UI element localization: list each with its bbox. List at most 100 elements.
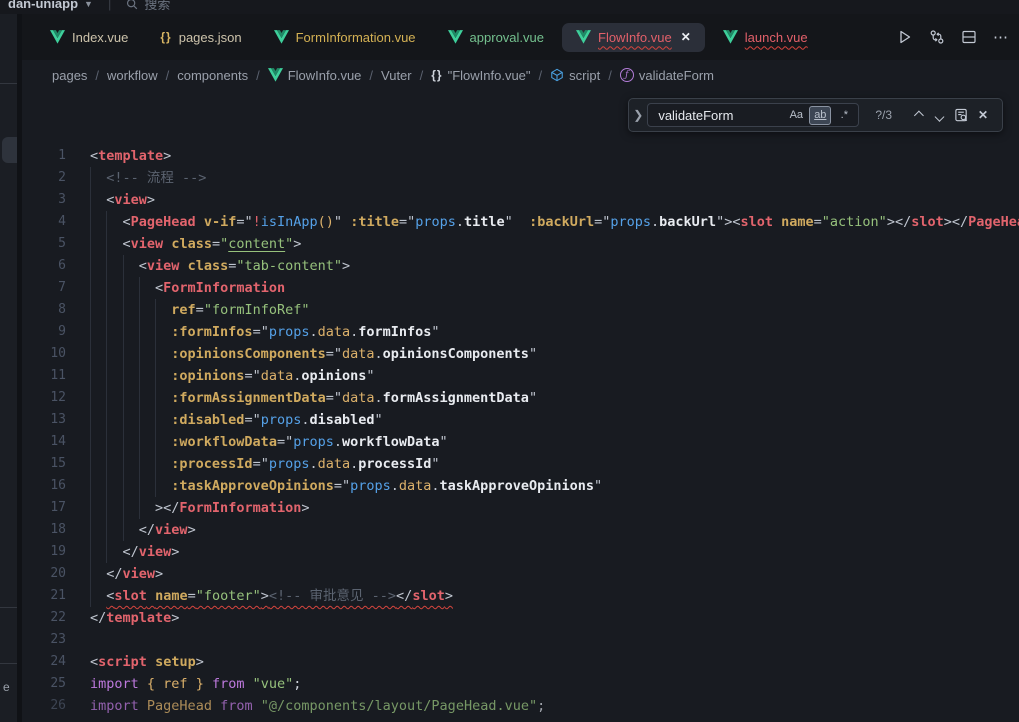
line-number[interactable]: 13 — [22, 409, 66, 431]
breadcrumb-item-workflow[interactable]: workflow — [107, 68, 158, 83]
token: class — [171, 236, 212, 252]
token: :backUrl — [529, 214, 594, 230]
line-number[interactable]: 11 — [22, 365, 66, 387]
token: > — [147, 192, 155, 208]
indent-guide — [123, 431, 124, 453]
line-content: <view class="content"> — [66, 233, 1019, 255]
json-icon: {} — [160, 30, 171, 44]
find-input[interactable] — [656, 107, 783, 124]
breadcrumb-item-components[interactable]: components — [177, 68, 248, 83]
line-number[interactable]: 7 — [22, 277, 66, 299]
code-line: 15 :processId="props.data.processId" — [22, 453, 1019, 475]
token: < — [139, 258, 147, 274]
code-editor[interactable]: ❯ Aa ab .* ?/3 — [22, 90, 1019, 722]
line-number[interactable]: 26 — [22, 695, 66, 717]
line-content: </template> — [66, 607, 1019, 629]
token: =" — [253, 456, 269, 472]
line-content: <slot name="footer"><!-- 审批意见 --></slot> — [66, 585, 1019, 607]
token: data — [261, 368, 294, 384]
indent-guide — [139, 453, 140, 475]
token: < — [90, 654, 98, 670]
line-number[interactable]: 3 — [22, 189, 66, 211]
token: data — [399, 478, 432, 494]
line-number[interactable]: 19 — [22, 541, 66, 563]
compare-button[interactable] — [929, 29, 945, 45]
close-find-button[interactable]: ✕ — [972, 104, 994, 126]
breadcrumb-item-flowinfo-vue[interactable]: FlowInfo.vue — [268, 68, 362, 83]
indent-guide — [123, 519, 124, 541]
line-number[interactable]: 20 — [22, 563, 66, 585]
tab-FormInformation.vue[interactable]: FormInformation.vue — [260, 23, 430, 52]
token: data — [318, 456, 351, 472]
token: "> — [716, 214, 732, 230]
close-icon[interactable]: ✕ — [681, 30, 691, 44]
sidebar-selected-item[interactable] — [2, 137, 17, 163]
tab-FlowInfo.vue[interactable]: FlowInfo.vue✕ — [562, 23, 705, 52]
tab-label: approval.vue — [470, 30, 544, 45]
line-number[interactable]: 9 — [22, 321, 66, 343]
token: :formAssignmentData — [171, 390, 325, 406]
line-number[interactable]: 12 — [22, 387, 66, 409]
indent-guide — [90, 563, 91, 585]
token: title — [464, 214, 505, 230]
find-in-selection-button[interactable] — [950, 104, 972, 126]
split-editor-button[interactable] — [961, 29, 977, 45]
breadcrumb-item-pages[interactable]: pages — [52, 68, 87, 83]
breadcrumb-item-script[interactable]: script — [550, 68, 600, 83]
line-number[interactable]: 4 — [22, 211, 66, 233]
line-number[interactable]: 24 — [22, 651, 66, 673]
token: disabled — [309, 412, 374, 428]
breadcrumb-item-validateform[interactable]: ƒvalidateForm — [620, 68, 714, 83]
run-button[interactable] — [897, 29, 913, 45]
whole-word-button[interactable]: ab — [809, 106, 831, 125]
project-selector[interactable]: dan-uniapp ▼ — [8, 0, 93, 11]
line-content: :opinionsComponents="data.opinionsCompon… — [66, 343, 1019, 365]
indent-guide — [139, 343, 140, 365]
tab-label: Index.vue — [72, 30, 128, 45]
line-number[interactable]: 22 — [22, 607, 66, 629]
token: slot — [412, 588, 445, 604]
token: props — [269, 456, 310, 472]
token: " — [431, 324, 439, 340]
toggle-replace-button[interactable]: ❯ — [629, 99, 647, 131]
token: :opinionsComponents — [171, 346, 325, 362]
token: view — [123, 566, 156, 582]
line-number[interactable]: 8 — [22, 299, 66, 321]
line-number[interactable]: 16 — [22, 475, 66, 497]
line-number[interactable]: 18 — [22, 519, 66, 541]
regex-button[interactable]: .* — [833, 106, 855, 125]
line-number[interactable]: 15 — [22, 453, 66, 475]
tab-approval.vue[interactable]: approval.vue — [434, 23, 558, 52]
line-number[interactable]: 17 — [22, 497, 66, 519]
indent-guide — [90, 299, 91, 321]
code-line: 7 <FormInformation — [22, 277, 1019, 299]
indent-guide — [106, 277, 107, 299]
line-content: <!-- 流程 --> — [66, 167, 1019, 189]
tab-launch.vue[interactable]: launch.vue — [709, 23, 822, 52]
previous-match-button[interactable] — [906, 104, 928, 126]
token — [244, 676, 252, 692]
more-actions-button[interactable]: ⋯ — [993, 28, 1009, 46]
global-search-box[interactable]: 搜索 — [126, 0, 170, 13]
line-number[interactable]: 25 — [22, 673, 66, 695]
line-number[interactable]: 6 — [22, 255, 66, 277]
tab-Index.vue[interactable]: Index.vue — [36, 23, 142, 52]
line-number[interactable]: 5 — [22, 233, 66, 255]
line-number[interactable]: 2 — [22, 167, 66, 189]
token: props — [293, 434, 334, 450]
token: processId — [358, 456, 431, 472]
line-number[interactable]: 1 — [22, 145, 66, 167]
match-case-button[interactable]: Aa — [785, 106, 807, 125]
next-match-button[interactable] — [928, 104, 950, 126]
line-number[interactable]: 14 — [22, 431, 66, 453]
token: import — [90, 698, 139, 714]
line-number[interactable]: 21 — [22, 585, 66, 607]
line-number[interactable]: 10 — [22, 343, 66, 365]
breadcrumb-item-vuter[interactable]: Vuter — [381, 68, 412, 83]
token: = — [188, 588, 196, 604]
breadcrumb-item--flowinfo-vue-[interactable]: {}"FlowInfo.vue" — [431, 68, 530, 83]
token: =" — [236, 214, 252, 230]
token: > — [171, 544, 179, 560]
tab-pages.json[interactable]: {}pages.json — [146, 23, 255, 52]
line-number[interactable]: 23 — [22, 629, 66, 651]
